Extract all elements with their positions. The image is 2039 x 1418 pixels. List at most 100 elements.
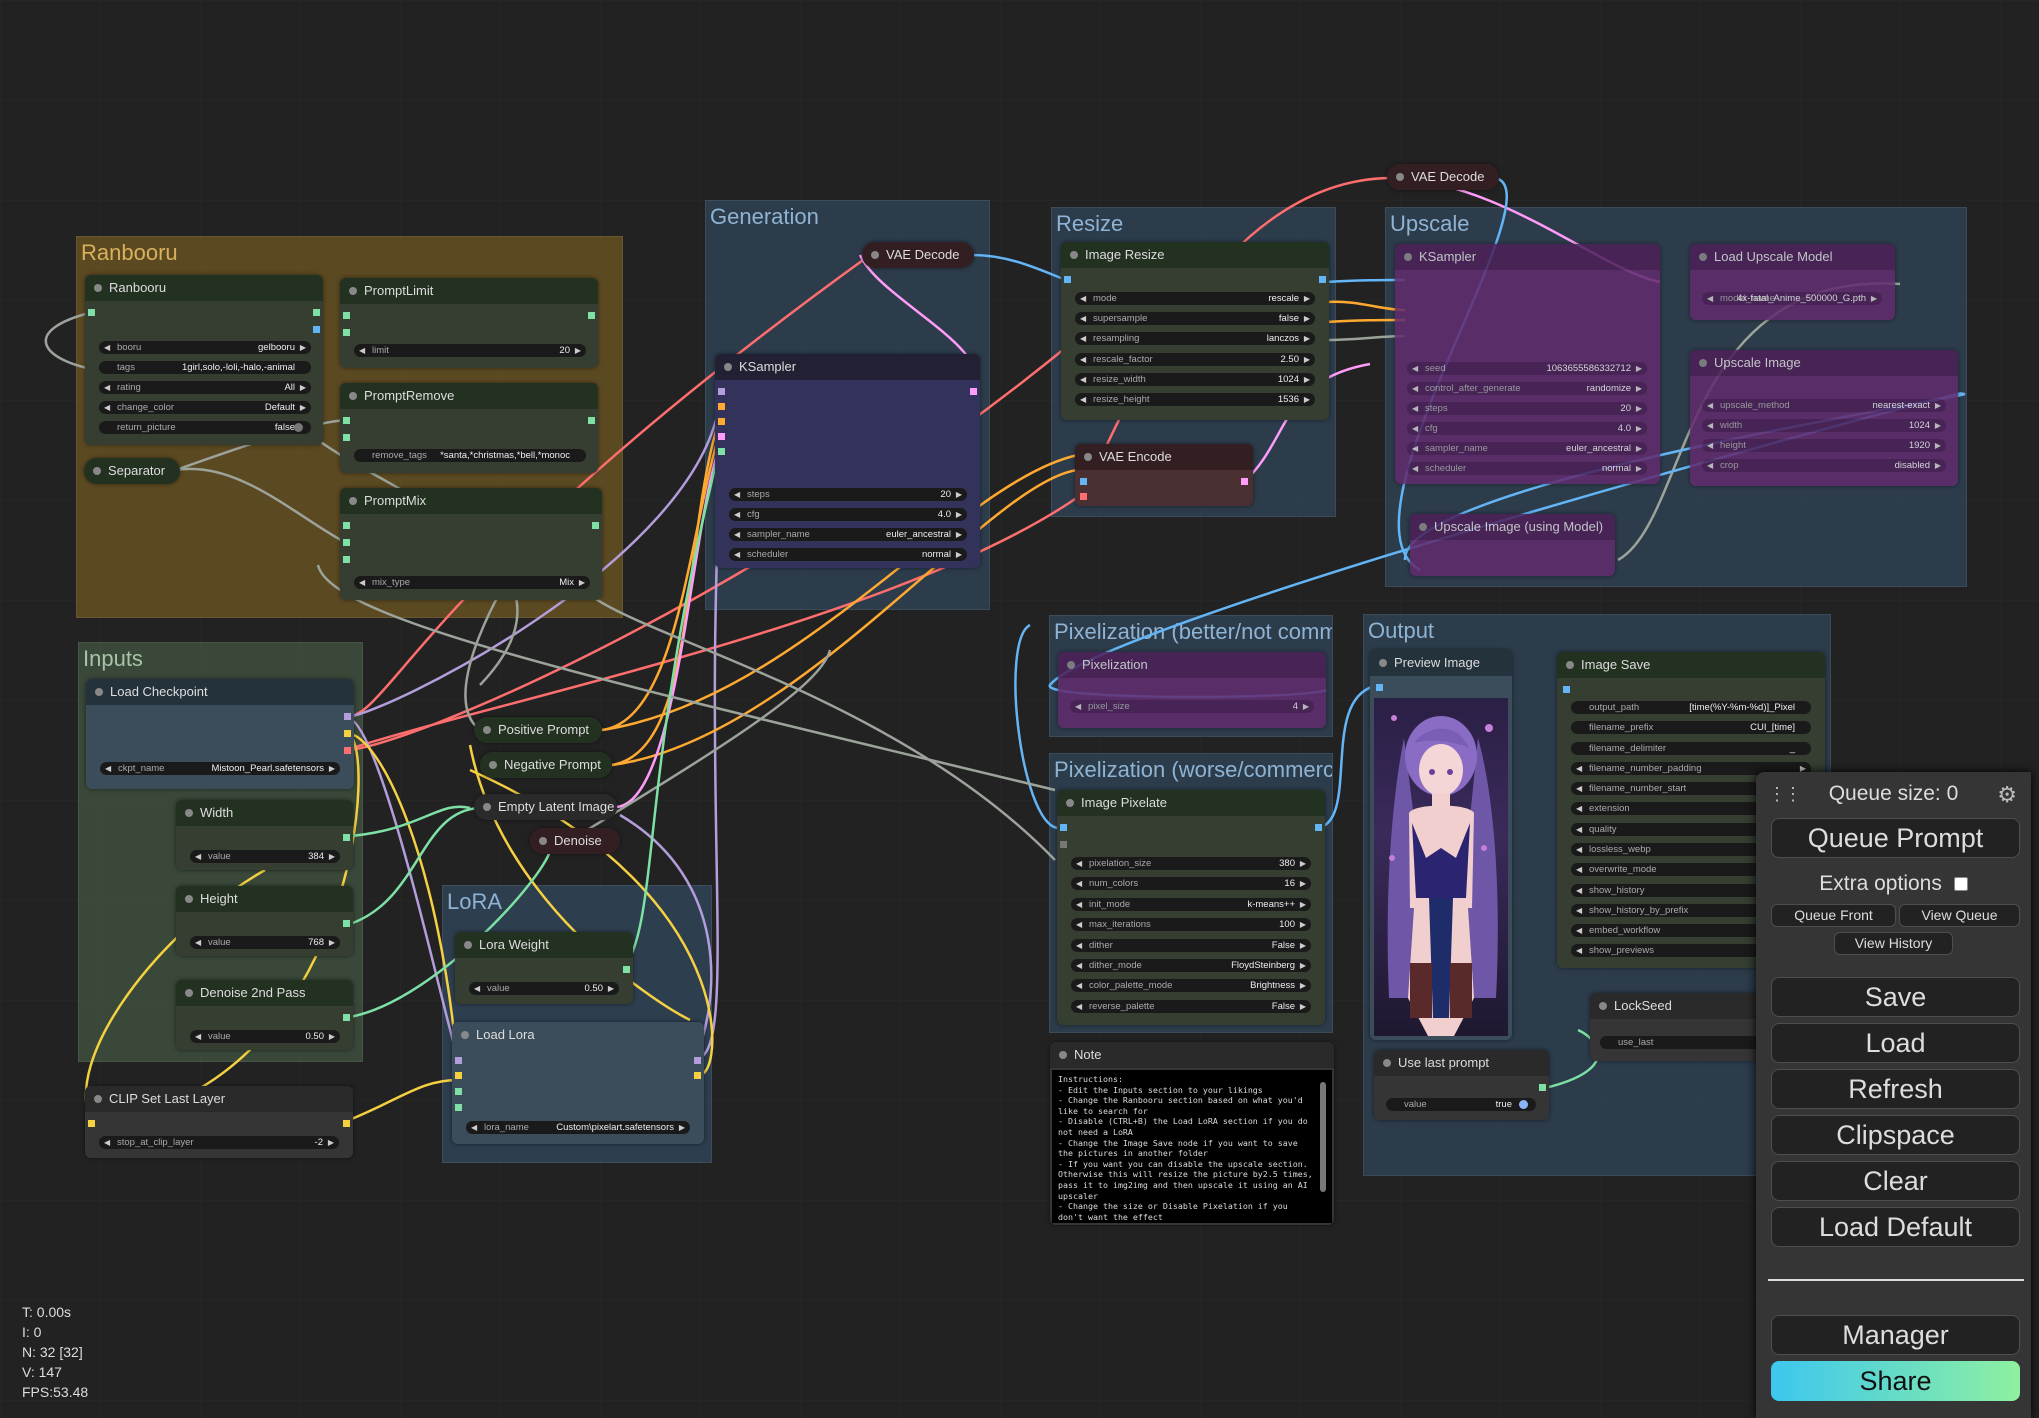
- input-slot[interactable]: [343, 312, 350, 319]
- output-slot[interactable]: [970, 388, 977, 395]
- node-ksampler-upscale[interactable]: KSampler seed1063655586332712 control_af…: [1395, 244, 1660, 484]
- widget-dither-mode[interactable]: dither_modeFloydSteinberg: [1071, 959, 1311, 972]
- node-vae-decode-1[interactable]: VAE Decode: [862, 242, 974, 268]
- output-slot[interactable]: [694, 1072, 701, 1079]
- widget-num-colors[interactable]: num_colors16: [1071, 877, 1311, 890]
- manager-button[interactable]: Manager: [1771, 1315, 2020, 1355]
- output-slot[interactable]: [1539, 1084, 1546, 1091]
- input-slot[interactable]: [455, 1104, 462, 1111]
- widget-scheduler[interactable]: schedulernormal: [729, 548, 967, 561]
- widget-booru[interactable]: boorugelbooru: [99, 341, 311, 354]
- gear-icon[interactable]: ⚙: [1997, 782, 2017, 808]
- widget-limit[interactable]: limit20: [354, 344, 586, 357]
- widget-pixelation-size[interactable]: pixelation_size380: [1071, 857, 1311, 870]
- node-height[interactable]: Height value768: [176, 886, 353, 956]
- node-load-lora[interactable]: Load Lora lora_nameCustom\pixelart.safet…: [452, 1022, 704, 1144]
- node-vae-encode[interactable]: VAE Encode: [1075, 444, 1253, 506]
- comfy-menu[interactable]: ⋮⋮ Queue size: 0 ⚙ Queue Prompt Extra op…: [1756, 772, 2031, 1418]
- output-slot[interactable]: [88, 309, 95, 316]
- refresh-button[interactable]: Refresh: [1771, 1069, 2020, 1109]
- queue-prompt-button[interactable]: Queue Prompt: [1771, 818, 2020, 858]
- widget-stop-at-clip-layer[interactable]: stop_at_clip_layer-2: [99, 1136, 339, 1149]
- clear-button[interactable]: Clear: [1771, 1161, 2020, 1201]
- output-slot[interactable]: [343, 920, 350, 927]
- widget-use-last[interactable]: use_lasttr: [1600, 1036, 1770, 1049]
- node-empty-latent-image[interactable]: Empty Latent Image: [474, 794, 617, 820]
- input-slot[interactable]: [343, 522, 350, 529]
- widget-output-path[interactable]: output_path [time(%Y-%m-%d)]_Pixel: [1571, 701, 1811, 714]
- widget-value[interactable]: value0.50: [190, 1030, 340, 1043]
- input-slot[interactable]: [1563, 686, 1570, 693]
- widget-reverse-palette[interactable]: reverse_paletteFalse: [1071, 1000, 1311, 1013]
- share-button[interactable]: Share: [1771, 1361, 2020, 1401]
- note-scrollbar[interactable]: [1320, 1082, 1326, 1192]
- widget-rating[interactable]: ratingAll: [99, 381, 311, 394]
- output-slot[interactable]: [344, 747, 351, 754]
- widget-resize-width[interactable]: resize_width1024: [1075, 373, 1315, 386]
- widget-value[interactable]: value384: [190, 850, 340, 863]
- node-promptremove[interactable]: PromptRemove remove_tags *santa,*christma…: [340, 383, 598, 473]
- toggle-icon[interactable]: [1519, 1100, 1528, 1109]
- output-slot[interactable]: [588, 417, 595, 424]
- widget-rescale-factor[interactable]: rescale_factor2.50: [1075, 353, 1315, 366]
- extra-options-checkbox[interactable]: [1953, 877, 1968, 891]
- output-slot[interactable]: [1241, 478, 1248, 485]
- node-upscale-image-using-model[interactable]: Upscale Image (using Model): [1410, 514, 1615, 576]
- load-button[interactable]: Load: [1771, 1023, 2020, 1063]
- node-ranbooru[interactable]: Ranbooru boorugelbooru tags1girl,solo,-l…: [85, 275, 323, 445]
- input-slot[interactable]: [343, 434, 350, 441]
- input-slot[interactable]: [718, 388, 725, 395]
- output-slot[interactable]: [694, 1057, 701, 1064]
- widget-cfg[interactable]: cfg4.0: [1407, 422, 1647, 435]
- input-slot[interactable]: [343, 539, 350, 546]
- input-slot[interactable]: [718, 403, 725, 410]
- widget-upscale-method[interactable]: upscale_methodnearest-exact: [1702, 399, 1946, 412]
- widget-init-mode[interactable]: init_modek-means++: [1071, 898, 1311, 911]
- node-width[interactable]: Width value384: [176, 800, 353, 870]
- widget-seed[interactable]: seed1063655586332712: [1407, 362, 1647, 375]
- widget-ckpt-name[interactable]: ckpt_nameMistoon_Pearl.safetensors: [100, 762, 340, 775]
- widget-value[interactable]: value0.50: [469, 982, 619, 995]
- node-lockseed[interactable]: LockSeed use_lasttr: [1590, 993, 1770, 1061]
- widget-pixel-size[interactable]: pixel_size4: [1070, 700, 1314, 713]
- node-image-pixelate[interactable]: Image Pixelate pixelation_size380 num_co…: [1057, 790, 1325, 1025]
- output-slot[interactable]: [592, 522, 599, 529]
- node-load-checkpoint[interactable]: Load Checkpoint ckpt_nameMistoon_Pearl.s…: [86, 679, 354, 789]
- node-lora-weight[interactable]: Lora Weight value0.50: [455, 932, 633, 1004]
- node-positive-prompt[interactable]: Positive Prompt: [474, 717, 602, 743]
- save-button[interactable]: Save: [1771, 977, 2020, 1017]
- widget-resize-height[interactable]: resize_height1536: [1075, 393, 1315, 406]
- node-preview-image[interactable]: Preview Image: [1370, 650, 1512, 1040]
- input-slot[interactable]: [718, 418, 725, 425]
- input-slot[interactable]: [343, 556, 350, 563]
- widget-dither[interactable]: ditherFalse: [1071, 939, 1311, 952]
- widget-filename-prefix[interactable]: filename_prefix CUI_[time]: [1571, 721, 1811, 734]
- output-slot[interactable]: [588, 312, 595, 319]
- input-slot[interactable]: [1060, 824, 1067, 831]
- input-slot[interactable]: [455, 1057, 462, 1064]
- output-slot[interactable]: [313, 309, 320, 316]
- widget-filename-delimiter[interactable]: filename_delimiter _: [1571, 742, 1811, 755]
- node-use-last-prompt[interactable]: Use last prompt value true: [1374, 1050, 1549, 1120]
- output-slot[interactable]: [344, 730, 351, 737]
- widget-width[interactable]: width1024: [1702, 419, 1946, 432]
- widget-crop[interactable]: cropdisabled: [1702, 459, 1946, 472]
- node-vae-decode-2[interactable]: VAE Decode: [1387, 164, 1499, 190]
- node-upscale-image[interactable]: Upscale Image upscale_methodnearest-exac…: [1690, 350, 1958, 486]
- output-slot[interactable]: [313, 326, 320, 333]
- widget-resampling[interactable]: resamplinglanczos: [1075, 332, 1315, 345]
- node-pixelization[interactable]: Pixelization pixel_size4: [1058, 652, 1326, 728]
- widget-color-palette-mode[interactable]: color_palette_modeBrightness: [1071, 979, 1311, 992]
- input-slot[interactable]: [455, 1088, 462, 1095]
- view-queue-button[interactable]: View Queue: [1899, 904, 2020, 927]
- node-separator[interactable]: Separator: [84, 458, 180, 484]
- input-slot[interactable]: [343, 417, 350, 424]
- output-slot[interactable]: [1319, 276, 1326, 283]
- clipspace-button[interactable]: Clipspace: [1771, 1115, 2020, 1155]
- node-note[interactable]: Note Instructions: - Edit the Inputs sec…: [1050, 1042, 1334, 1225]
- node-promptmix[interactable]: PromptMix mix_typeMix: [340, 488, 602, 600]
- widget-mix-type[interactable]: mix_typeMix: [354, 576, 590, 589]
- widget-scheduler[interactable]: schedulernormal: [1407, 462, 1647, 475]
- node-clip-set-last-layer[interactable]: CLIP Set Last Layer stop_at_clip_layer-2: [85, 1086, 353, 1158]
- input-slot[interactable]: [718, 448, 725, 455]
